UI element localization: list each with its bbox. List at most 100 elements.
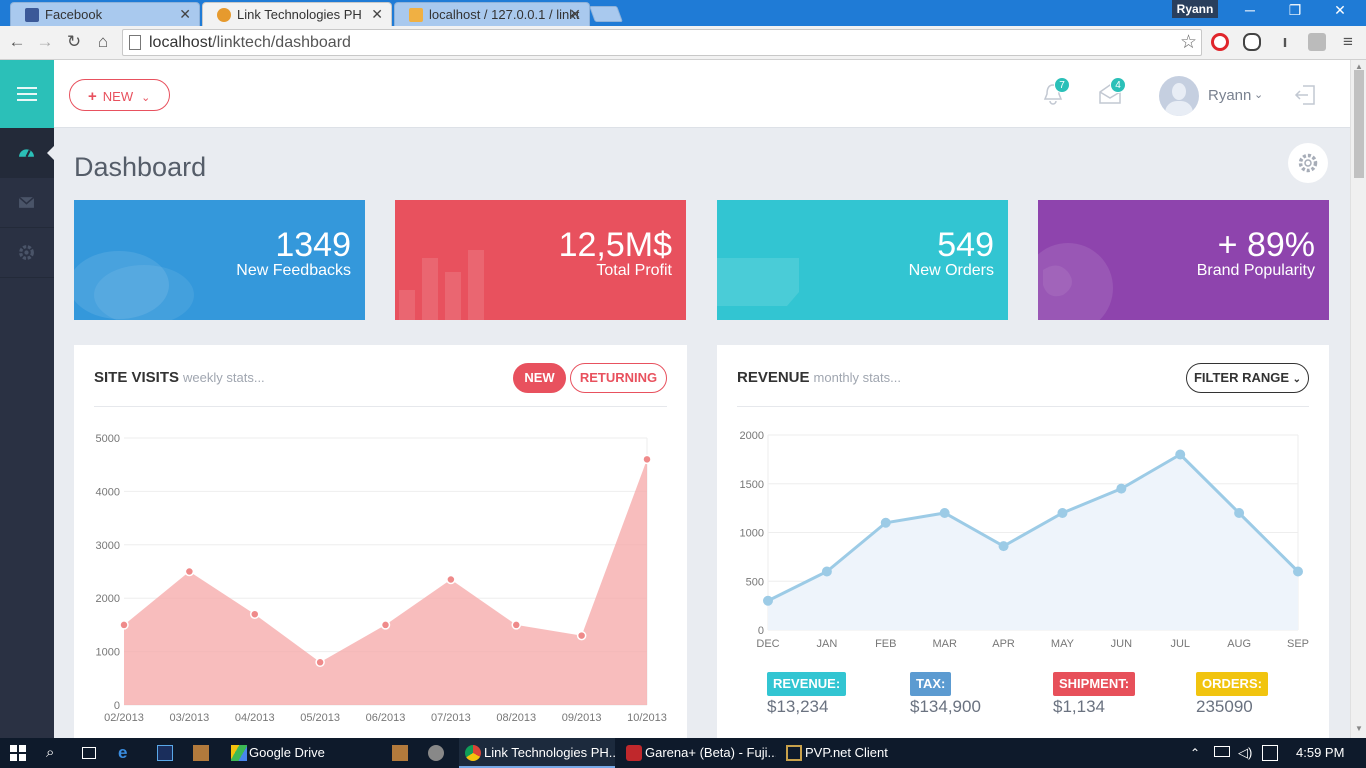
volume-icon[interactable]: ◁): [1238, 745, 1254, 761]
google-drive-icon: [231, 745, 247, 761]
data-point: [446, 574, 456, 585]
league-icon: [786, 745, 802, 761]
home-icon[interactable]: ⌂: [93, 32, 113, 52]
photoshop-icon[interactable]: [157, 745, 173, 761]
scroll-down-icon[interactable]: ▼: [1355, 724, 1363, 733]
address-bar[interactable]: localhost/linktech/dashboard ☆: [122, 29, 1202, 56]
close-icon[interactable]: ✕: [569, 6, 581, 23]
tab-facebook[interactable]: Facebook ✕: [10, 2, 200, 26]
action-center-icon[interactable]: [1262, 745, 1278, 761]
revenue-legend-tag: REVENUE:: [767, 672, 847, 696]
app-header: + NEW ⌄ 7 4 Ryann ⌄: [54, 60, 1350, 128]
dashboard-icon: [19, 149, 34, 158]
minimize-icon[interactable]: ─: [1230, 2, 1270, 22]
menu-icon[interactable]: ≡: [1338, 32, 1358, 52]
stat-tile-popularity[interactable]: + 89% Brand Popularity: [1038, 200, 1329, 320]
avatar[interactable]: [1159, 76, 1199, 116]
y-tick-label: 5000: [96, 433, 120, 445]
data-point: [1234, 508, 1245, 518]
browser-profile-name[interactable]: Ryann: [1172, 0, 1218, 18]
data-point: [1293, 566, 1303, 577]
stat-tile-feedbacks[interactable]: 1349 New Feedbacks: [74, 200, 365, 320]
divider: [94, 406, 667, 407]
network-icon[interactable]: [1214, 746, 1230, 757]
stat-value: 12,5M$: [558, 226, 672, 264]
taskbar-item-label: Garena+ (Beta) - Fuji...: [645, 745, 776, 760]
task-view-icon[interactable]: [82, 747, 96, 759]
window-close-icon[interactable]: ✕: [1320, 2, 1360, 22]
filter-range-button[interactable]: FILTER RANGE ⌄: [1186, 363, 1309, 393]
chrome-icon: [465, 745, 481, 761]
bookmark-star-icon[interactable]: ☆: [1180, 31, 1197, 54]
x-tick-label: 10/2013: [627, 712, 667, 724]
close-icon[interactable]: ✕: [371, 6, 383, 23]
tab-link-technologies[interactable]: Link Technologies PH ✕: [202, 2, 392, 26]
new-button[interactable]: + NEW ⌄: [69, 79, 170, 111]
app-icon[interactable]: [193, 745, 209, 761]
info-icon[interactable]: ı: [1275, 32, 1295, 52]
sidebar-item-messages[interactable]: [0, 178, 54, 228]
x-tick-label: APR: [992, 638, 1015, 650]
logout-icon[interactable]: [1294, 84, 1316, 106]
page-icon: [129, 35, 141, 50]
extension-icon[interactable]: [1243, 33, 1261, 51]
chevron-up-icon[interactable]: ⌃: [1190, 745, 1206, 761]
scrollbar-thumb[interactable]: [1354, 70, 1364, 178]
browser-toolbar: ← → ↻ ⌂ localhost/linktech/dashboard ☆ ı…: [0, 26, 1366, 60]
page-settings-button[interactable]: [1288, 143, 1328, 183]
garena-icon: [626, 745, 642, 761]
taskbar-item-chrome[interactable]: Link Technologies PH...: [459, 738, 615, 768]
chrome-icon[interactable]: [428, 745, 444, 761]
taskbar: ⌕ e Google Drive Link Technologies PH...…: [0, 738, 1366, 768]
chevron-down-icon[interactable]: ⌄: [1254, 88, 1263, 101]
reload-icon[interactable]: ↻: [64, 32, 84, 52]
back-icon[interactable]: ←: [7, 32, 27, 52]
plus-icon: +: [88, 88, 97, 105]
y-tick-label: 500: [746, 576, 764, 588]
user-name[interactable]: Ryann: [1208, 87, 1251, 104]
taskbar-item-pvp[interactable]: PVP.net Client: [780, 738, 936, 768]
restore-icon[interactable]: ❐: [1275, 2, 1315, 22]
stat-tile-profit[interactable]: 12,5M$ Total Profit: [395, 200, 686, 320]
returning-toggle-button[interactable]: RETURNING: [570, 363, 667, 393]
data-point: [939, 508, 950, 518]
x-tick-label: SEP: [1287, 638, 1309, 650]
orders-legend-tag: ORDERS:: [1196, 672, 1268, 696]
stat-value: 1349: [275, 226, 351, 264]
tax-legend-tag: TAX:: [910, 672, 952, 696]
forward-icon[interactable]: →: [35, 32, 55, 52]
close-icon[interactable]: ✕: [179, 6, 191, 23]
y-tick-label: 2000: [740, 430, 764, 442]
tab-phpmyadmin[interactable]: localhost / 127.0.0.1 / linkt ✕: [394, 2, 590, 26]
drive-extension-icon[interactable]: [1308, 33, 1326, 51]
sidebar-toggle[interactable]: [0, 60, 54, 128]
edge-icon[interactable]: e: [118, 744, 134, 761]
taskbar-item-garena[interactable]: Garena+ (Beta) - Fuji...: [620, 738, 776, 768]
page-scrollbar[interactable]: ▲ ▼: [1350, 60, 1366, 738]
sidebar-item-settings[interactable]: [0, 228, 54, 278]
y-tick-label: 3000: [96, 540, 120, 552]
new-toggle-button[interactable]: NEW: [513, 363, 566, 393]
app-icon[interactable]: [392, 745, 408, 761]
tab-title: Link Technologies PH: [237, 7, 362, 22]
x-tick-label: 08/2013: [496, 712, 536, 724]
opera-extension-icon[interactable]: [1211, 33, 1229, 51]
data-point: [119, 620, 129, 630]
sidebar-item-dashboard[interactable]: [0, 128, 55, 178]
messages-button[interactable]: 4: [1098, 77, 1126, 108]
tab-title: Facebook: [45, 7, 103, 22]
notifications-button[interactable]: 7: [1042, 77, 1070, 108]
data-point: [184, 566, 195, 577]
data-point: [511, 620, 521, 630]
taskbar-item-google-drive[interactable]: Google Drive: [223, 738, 383, 768]
search-icon[interactable]: ⌕: [46, 745, 62, 761]
windows-start-icon[interactable]: [10, 745, 26, 761]
new-tab-button[interactable]: [589, 6, 623, 22]
stat-tile-orders[interactable]: 549 New Orders: [717, 200, 1008, 320]
y-tick-label: 1000: [740, 528, 764, 540]
taskbar-clock[interactable]: 4:59 PM: [1296, 745, 1344, 760]
taskbar-item-label: Link Technologies PH...: [484, 745, 615, 760]
stat-value: + 89%: [1217, 226, 1315, 264]
address-url: localhost/linktech/dashboard: [149, 34, 351, 51]
x-tick-label: 03/2013: [169, 712, 209, 724]
